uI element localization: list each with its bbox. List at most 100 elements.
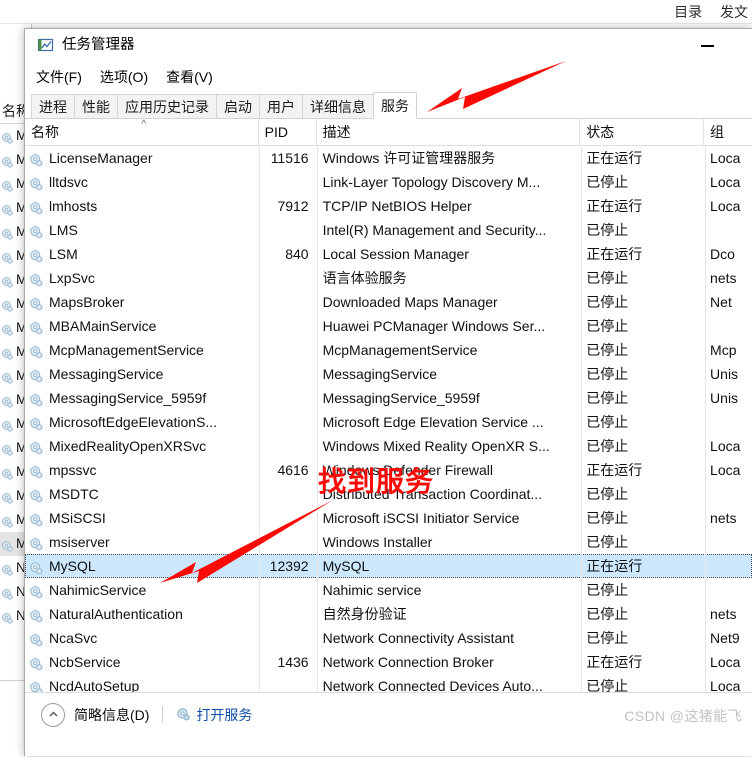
menu-file[interactable]: 文件(F) (36, 67, 82, 87)
gear-icon (1, 513, 15, 528)
collapse-chevron-icon[interactable] (41, 702, 65, 727)
cell-group: Loca (710, 150, 741, 166)
tab-label: 详细信息 (310, 99, 366, 115)
gear-icon (29, 487, 44, 502)
browser-link-publish[interactable]: 发文 (720, 4, 748, 20)
cell-description: McpManagementService (322, 342, 478, 358)
table-row[interactable]: lltdsvc Link-Layer Topology Discovery M..… (25, 170, 752, 194)
table-row[interactable]: MessagingService MessagingService 已停止 Unis (25, 362, 752, 386)
column-header-status[interactable]: 状态 (580, 119, 705, 145)
tab-label: 服务 (381, 98, 409, 114)
cell-group: Loca (710, 198, 741, 214)
column-header-pid[interactable]: PID (259, 119, 317, 145)
table-body[interactable]: LicenseManager 11516 Windows 许可证管理器服务 正在运行 L… (25, 146, 752, 692)
table-row[interactable]: MSiSCSI Microsoft iSCSI Initiator Service… (25, 506, 752, 530)
gear-icon (1, 153, 15, 168)
table-row[interactable]: LicenseManager 11516 Windows 许可证管理器服务 正在运行 L… (25, 146, 752, 170)
cell-name: NahimicService (25, 578, 259, 602)
cell-group: nets (710, 606, 737, 622)
table-row[interactable]: NaturalAuthentication 自然身份验证 已停止 nets (25, 602, 752, 626)
cell-status: 已停止 (586, 366, 629, 382)
cell-name: LxpSvc (25, 266, 259, 290)
cell-group: Loca (710, 174, 741, 190)
open-services-link[interactable]: 打开服务 (176, 705, 252, 725)
gear-icon (1, 225, 15, 240)
tab-item-4[interactable]: 用户 (259, 94, 303, 119)
table-row[interactable]: msiserver Windows Installer 已停止 (25, 530, 752, 554)
cell-description: Huawei PCManager Windows Ser... (322, 318, 546, 334)
column-header-name[interactable]: 名称 ^ (25, 119, 259, 145)
gear-icon (1, 417, 15, 432)
cell-status: 已停止 (586, 414, 629, 430)
gear-icon (29, 511, 44, 526)
browser-link-catalog[interactable]: 目录 (674, 4, 702, 20)
column-header-group[interactable]: 组 (704, 119, 752, 145)
cell-status: 已停止 (586, 606, 629, 622)
cell-description: Link-Layer Topology Discovery M... (322, 174, 541, 190)
cell-name-label: MessagingService_5959f (49, 390, 207, 406)
table-row[interactable]: NcbService 1436 Network Connection Broker 正… (25, 650, 752, 674)
table-row[interactable]: NahimicService Nahimic service 已停止 (25, 578, 752, 602)
status-bar: 简略信息(D) 打开服务 CSDN @这猪能飞 (25, 692, 752, 736)
column-header-description[interactable]: 描述 (317, 119, 581, 145)
window-title: 任务管理器 (62, 37, 135, 54)
menu-options[interactable]: 选项(O) (100, 67, 148, 87)
cell-group: Net9 (710, 630, 740, 646)
tab-item-3[interactable]: 启动 (216, 94, 260, 119)
table-row[interactable]: NcaSvc Network Connectivity Assistant 已停止 N… (25, 626, 752, 650)
tab-item-5[interactable]: 详细信息 (302, 94, 374, 119)
gear-icon (1, 273, 15, 288)
cell-description: Windows Installer (322, 534, 433, 550)
gear-icon (29, 151, 44, 166)
cell-pid (259, 410, 317, 434)
table-row[interactable]: mpssvc 4616 Windows Defender Firewall 正在运行 L… (25, 458, 752, 482)
gear-icon (29, 559, 44, 574)
table-row[interactable]: lmhosts 7912 TCP/IP NetBIOS Helper 正在运行 Loca (25, 194, 752, 218)
menu-view[interactable]: 查看(V) (166, 67, 213, 87)
cell-name: mpssvc (25, 458, 259, 482)
gear-icon (1, 561, 15, 576)
table-row[interactable]: LMS Intel(R) Management and Security... 已停… (25, 218, 752, 242)
fewer-details-label[interactable]: 简略信息(D) (74, 705, 149, 725)
cell-pid: 840 (285, 246, 309, 262)
menu-bar: 文件(F) 选项(O) 查看(V) (25, 62, 752, 92)
table-row[interactable]: NcdAutoSetup Network Connected Devices Au… (25, 674, 752, 692)
tab-item-0[interactable]: 进程 (31, 94, 75, 119)
table-row[interactable]: MySQL 12392 MySQL 正在运行 (25, 554, 752, 578)
table-row[interactable]: MessagingService_5959f MessagingService_5… (25, 386, 752, 410)
minimize-button[interactable] (684, 29, 730, 62)
table-row[interactable]: McpManagementService McpManagementService… (25, 338, 752, 362)
cell-description: Network Connection Broker (322, 654, 494, 670)
table-row[interactable]: MSDTC Distributed Transaction Coordinat..… (25, 482, 752, 506)
cell-description: TCP/IP NetBIOS Helper (322, 198, 472, 214)
gear-icon (29, 247, 44, 262)
cell-name: MySQL (25, 554, 259, 578)
table-row[interactable]: MicrosoftEdgeElevationS... Microsoft Edge… (25, 410, 752, 434)
table-row[interactable]: LxpSvc 语言体验服务 已停止 nets (25, 266, 752, 290)
sort-ascending-icon: ^ (141, 119, 147, 130)
tab-item-1[interactable]: 性能 (74, 94, 118, 119)
gear-icon (29, 631, 44, 646)
cell-name: NcaSvc (25, 626, 259, 650)
gear-icon (29, 223, 44, 238)
gear-icon (1, 585, 15, 600)
table-row[interactable]: LSM 840 Local Session Manager 正在运行 Dco (25, 242, 752, 266)
column-header-name-label: 名称 (31, 124, 59, 140)
table-row[interactable]: MixedRealityOpenXRSvc Windows Mixed Reali… (25, 434, 752, 458)
cell-group: Unis (710, 366, 739, 382)
status-separator (162, 706, 164, 723)
cell-name: MixedRealityOpenXRSvc (25, 434, 259, 458)
tab-item-2[interactable]: 应用历史记录 (117, 94, 217, 119)
cell-name-label: LMS (49, 222, 78, 238)
tab-services-active[interactable]: 服务 (373, 92, 417, 119)
cell-description: Downloaded Maps Manager (322, 294, 498, 310)
cell-description: 自然身份验证 (322, 606, 407, 622)
table-row[interactable]: MBAMainService Huawei PCManager Windows S… (25, 314, 752, 338)
cell-pid (259, 602, 317, 626)
cell-name-label: NcdAutoSetup (49, 678, 140, 692)
cell-name: MSDTC (25, 482, 259, 506)
cell-pid: 7912 (277, 198, 309, 214)
tab-bar: 进程 性能 应用历史记录 启动 用户 详细信息 服务 (25, 92, 752, 119)
gear-icon (29, 271, 44, 286)
table-row[interactable]: MapsBroker Downloaded Maps Manager 已停止 Net (25, 290, 752, 314)
